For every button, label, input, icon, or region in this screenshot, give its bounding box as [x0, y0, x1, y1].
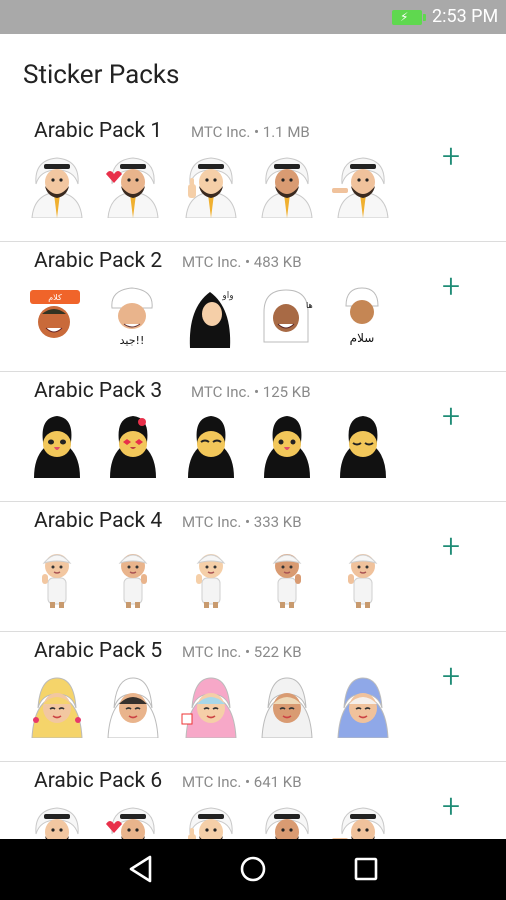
pack-name: Arabic Pack 6	[34, 769, 163, 793]
sticker-thumbnail	[26, 674, 88, 739]
svg-text:ها: ها	[306, 301, 313, 310]
sticker-pack-row[interactable]: Arabic Pack 1 MTC Inc. • 1.1 MB +	[0, 112, 506, 242]
sticker-thumbnail	[256, 414, 318, 478]
sticker-thumbnail: كلام	[26, 284, 88, 348]
pack-name: Arabic Pack 1	[34, 119, 163, 143]
pack-name: Arabic Pack 5	[34, 639, 163, 663]
pack-name: Arabic Pack 4	[34, 509, 163, 533]
pack-name: Arabic Pack 2	[34, 249, 163, 273]
add-pack-button[interactable]: +	[434, 790, 468, 824]
sticker-thumbnail	[26, 414, 88, 478]
back-triangle-icon[interactable]	[124, 851, 160, 887]
sticker-thumbnail	[26, 544, 88, 608]
pack-meta: MTC Inc. • 1.1 MB	[191, 123, 310, 141]
sticker-thumbnail	[180, 544, 242, 608]
sticker-thumbnail	[256, 154, 318, 219]
svg-text:جيد!!: جيد!!	[120, 334, 145, 347]
sticker-thumbnail	[102, 154, 164, 219]
sticker-thumbnail	[180, 414, 242, 478]
svg-text:كلام: كلام	[48, 293, 62, 302]
pack-meta: MTC Inc. • 641 KB	[182, 773, 302, 791]
svg-text:واو: واو	[221, 291, 233, 301]
sticker-thumbnail	[102, 414, 164, 478]
sticker-thumbnail	[332, 544, 394, 608]
status-time: 2:53 PM	[432, 6, 499, 27]
add-pack-button[interactable]: +	[434, 660, 468, 694]
sticker-pack-row[interactable]: Arabic Pack 5 MTC Inc. • 522 KB +	[0, 632, 506, 762]
sticker-pack-row[interactable]: Arabic Pack 2 MTC Inc. • 483 KB كلام جيد!!…	[0, 242, 506, 372]
sticker-thumbnail	[332, 154, 394, 219]
sticker-preview-row	[26, 414, 396, 478]
recents-square-icon[interactable]	[348, 851, 384, 887]
sticker-preview-row	[26, 154, 396, 219]
pack-meta: MTC Inc. • 333 KB	[182, 513, 302, 531]
sticker-pack-row[interactable]: Arabic Pack 3 MTC Inc. • 125 KB +	[0, 372, 506, 502]
add-pack-button[interactable]: +	[434, 140, 468, 174]
add-pack-button[interactable]: +	[434, 270, 468, 304]
sticker-thumbnail	[180, 674, 242, 739]
sticker-thumbnail: سلام	[332, 284, 394, 348]
pack-name: Arabic Pack 3	[34, 379, 163, 403]
sticker-thumbnail	[102, 674, 164, 739]
status-bar: ⚡ 2:53 PM	[0, 0, 506, 34]
add-pack-button[interactable]: +	[434, 530, 468, 564]
sticker-thumbnail	[180, 154, 242, 219]
sticker-thumbnail	[332, 674, 394, 739]
pack-meta: MTC Inc. • 125 KB	[191, 383, 311, 401]
battery-charging-icon: ⚡	[392, 10, 426, 25]
sticker-preview-row	[26, 674, 396, 739]
sticker-thumbnail	[256, 544, 318, 608]
sticker-thumbnail	[102, 544, 164, 608]
add-pack-button[interactable]: +	[434, 400, 468, 434]
page-title: Sticker Packs	[23, 60, 180, 90]
svg-text:سلام: سلام	[350, 331, 375, 345]
sticker-thumbnail	[332, 414, 394, 478]
sticker-pack-row[interactable]: Arabic Pack 4 MTC Inc. • 333 KB +	[0, 502, 506, 632]
home-circle-icon[interactable]	[235, 851, 271, 887]
sticker-preview-row: كلام جيد!! واو ها سلام	[26, 284, 396, 348]
sticker-preview-row	[26, 544, 396, 608]
sticker-thumbnail: ها	[256, 284, 318, 348]
sticker-thumbnail: واو	[180, 284, 242, 348]
navigation-bar	[0, 839, 506, 900]
pack-meta: MTC Inc. • 483 KB	[182, 253, 302, 271]
pack-meta: MTC Inc. • 522 KB	[182, 643, 302, 661]
sticker-thumbnail: جيد!!	[102, 284, 164, 348]
sticker-thumbnail	[26, 154, 88, 219]
sticker-thumbnail	[256, 674, 318, 739]
